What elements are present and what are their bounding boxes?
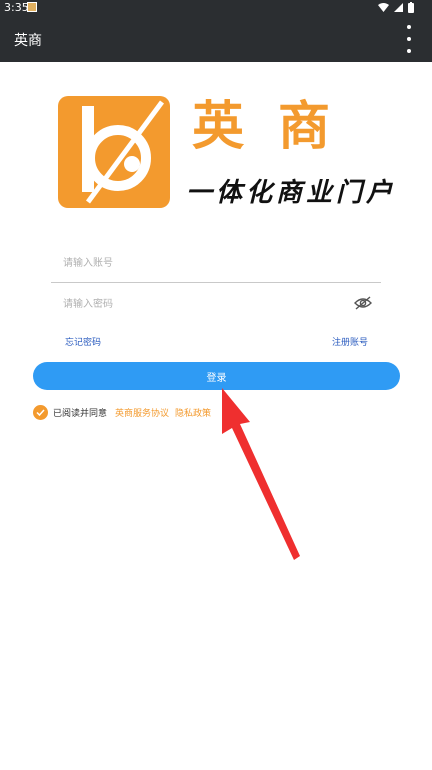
red-arrow-annotation <box>222 388 300 560</box>
wifi-icon <box>378 3 389 12</box>
agreement-checkbox[interactable] <box>33 404 48 420</box>
brand-name: 英商 <box>192 96 365 157</box>
account-input[interactable] <box>51 245 381 283</box>
login-button[interactable]: 登录 <box>33 362 400 390</box>
signal-icon <box>394 3 403 12</box>
agreement-row: 已阅读并同意 英商服务协议 隐私政策 <box>33 404 217 420</box>
brand-logo-icon <box>58 96 170 208</box>
check-icon <box>36 408 45 416</box>
status-bar: 3:35 <box>0 0 432 16</box>
more-vertical-icon[interactable] <box>404 25 414 53</box>
battery-icon <box>408 2 414 13</box>
service-agreement-link[interactable]: 英商服务协议 <box>115 406 169 419</box>
status-icons <box>378 2 414 13</box>
eye-off-icon[interactable] <box>354 296 372 310</box>
notification-icon <box>27 2 37 12</box>
password-input[interactable] <box>51 285 381 323</box>
privacy-policy-link[interactable]: 隐私政策 <box>175 406 211 419</box>
agreement-text: 已阅读并同意 <box>53 408 108 419</box>
register-account-link[interactable]: 注册账号 <box>332 335 368 348</box>
brand-slogan: 一体化商业门户 <box>186 178 397 208</box>
app-title: 英商 <box>14 33 42 49</box>
forgot-password-link[interactable]: 忘记密码 <box>65 335 101 348</box>
app-bar: 英商 <box>0 16 432 62</box>
status-time: 3:35 <box>4 1 29 14</box>
